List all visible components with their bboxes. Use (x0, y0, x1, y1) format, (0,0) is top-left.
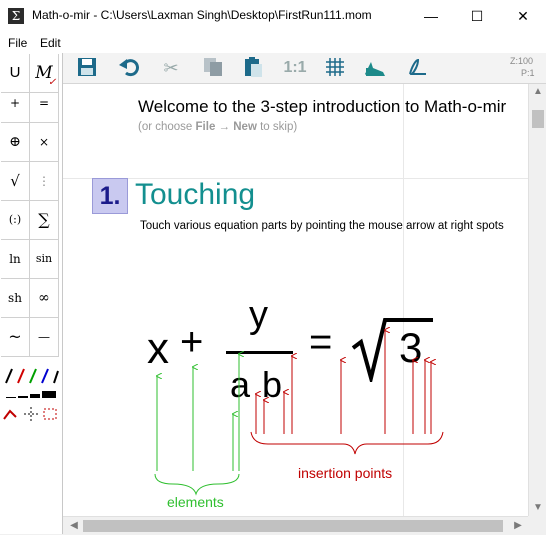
vertical-scrollbar[interactable]: ▲ ▼ (528, 84, 546, 516)
app-icon: Σ (8, 8, 24, 24)
fraction-button[interactable]: ⋮ (30, 162, 59, 201)
floppy-icon (78, 58, 96, 76)
paste-icon (245, 57, 262, 77)
undo-icon (119, 59, 139, 77)
color-pens[interactable] (2, 365, 60, 387)
actual-size-button[interactable]: 1:1 (281, 56, 309, 80)
scroll-corner (528, 516, 546, 534)
elements-label: elements (167, 494, 224, 510)
paste-button[interactable] (239, 56, 267, 80)
sum-button[interactable]: ∑ (30, 201, 59, 240)
horizontal-scrollbar[interactable]: ◀ ▶ (63, 516, 528, 535)
zoom-readout: Z:100 (510, 56, 534, 66)
window-title: Math-o-mir - C:\Users\Laxman Singh\Deskt… (32, 8, 372, 22)
sin-button[interactable]: sin (30, 240, 59, 279)
menu-edit[interactable]: Edit (40, 36, 61, 50)
oplus-button[interactable]: ⊕ (1, 123, 30, 162)
scroll-down-icon[interactable]: ▼ (529, 502, 546, 513)
equals-button[interactable]: = (30, 84, 59, 123)
sh-button[interactable]: sh (1, 279, 30, 318)
close-button[interactable]: ✕ (500, 0, 546, 32)
copy-button[interactable] (199, 56, 227, 80)
parentheses-button[interactable]: (:) (1, 201, 30, 240)
ln-button[interactable]: ln (1, 240, 30, 279)
plus-button[interactable]: + (1, 84, 30, 123)
scroll-up-icon[interactable]: ▲ (529, 86, 546, 97)
line-thickness[interactable] (2, 387, 60, 401)
horizontal-scroll-thumb[interactable] (83, 520, 503, 532)
menu-bar: File Edit (0, 33, 546, 53)
infinity-button[interactable]: ∞ (30, 279, 59, 318)
page-readout: P:1 (521, 68, 535, 78)
scroll-right-icon[interactable]: ▶ (509, 520, 527, 531)
scroll-left-icon[interactable]: ◀ (65, 520, 83, 531)
toolbar: ✂ 1:1 Z:100 P:1 (63, 53, 546, 84)
times-button[interactable]: × (30, 123, 59, 162)
undo-button[interactable] (115, 56, 143, 80)
line-button[interactable]: — (30, 318, 59, 357)
sqrt-button[interactable]: √ (1, 162, 30, 201)
freehand-button[interactable]: ~ (1, 318, 30, 357)
hand-style-button[interactable] (361, 56, 389, 80)
cut-button[interactable]: ✂ (157, 56, 185, 80)
line-styles[interactable] (2, 405, 60, 423)
vertical-scroll-thumb[interactable] (532, 110, 544, 128)
annotation-arrows (154, 84, 444, 496)
pen-colors-icon (5, 368, 59, 384)
insertion-points-label: insertion points (298, 465, 393, 481)
draw-button[interactable] (403, 56, 431, 80)
document-canvas[interactable]: Welcome to the 3-step introduction to Ma… (63, 84, 528, 516)
thickness-icon (6, 391, 56, 398)
line-style-icon (3, 407, 57, 421)
menu-file[interactable]: File (8, 36, 27, 50)
title-bar: Σ Math-o-mir - C:\Users\Laxman Singh\Des… (0, 0, 546, 34)
grid-icon (326, 58, 344, 76)
save-button[interactable] (73, 56, 101, 80)
shoe-icon (365, 62, 385, 76)
minimize-button[interactable]: — (408, 0, 454, 32)
maximize-button[interactable]: ☐ (454, 0, 500, 32)
grid-button[interactable] (321, 56, 349, 80)
symbol-palette: U M ✓ + = ⊕ × √ ⋮ (:) ∑ ln sin sh ∞ ~ — (0, 53, 63, 534)
copy-icon (204, 58, 222, 76)
pen-icon (409, 58, 426, 75)
scissors-icon: ✂ (163, 58, 179, 78)
